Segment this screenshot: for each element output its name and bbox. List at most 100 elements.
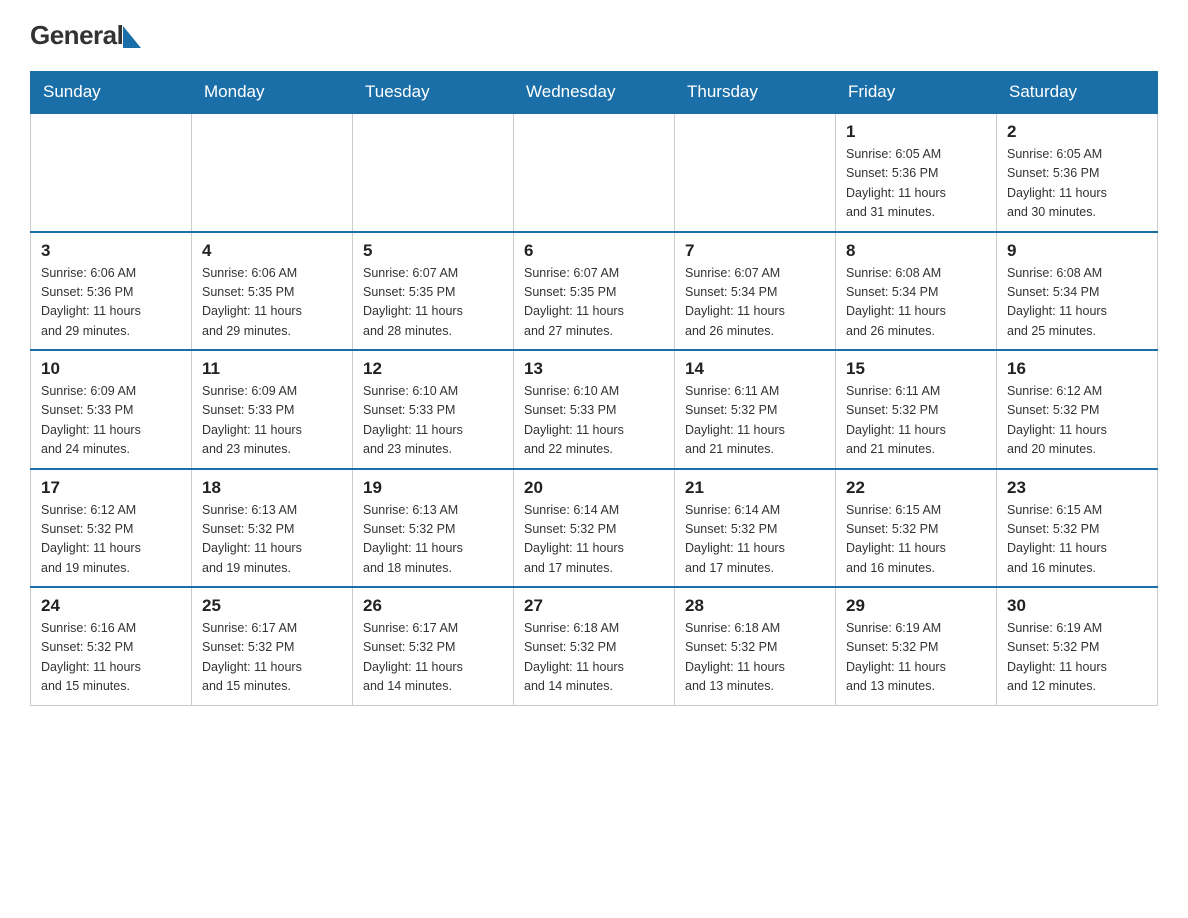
calendar-cell: 9 Sunrise: 6:08 AMSunset: 5:34 PMDaylight…: [997, 232, 1158, 351]
calendar-cell: 3 Sunrise: 6:06 AMSunset: 5:36 PMDaylight…: [31, 232, 192, 351]
page-header: General: [30, 20, 1158, 51]
calendar-cell: [514, 113, 675, 232]
calendar-cell: 29Sunrise: 6:19 AMSunset: 5:32 PMDayligh…: [836, 587, 997, 705]
calendar-cell: 22 Sunrise: 6:15 AMSunset: 5:32 PMDayligh…: [836, 469, 997, 588]
sun-info: Sunrise: 6:12 AMSunset: 5:32 PMDaylight:…: [41, 501, 181, 579]
calendar-cell: 7 Sunrise: 6:07 AMSunset: 5:34 PMDaylight…: [675, 232, 836, 351]
calendar-cell: 25Sunrise: 6:17 AMSunset: 5:32 PMDayligh…: [192, 587, 353, 705]
weekday-header-monday: Monday: [192, 72, 353, 114]
sun-info: Sunrise: 6:13 AMSunset: 5:32 PMDaylight:…: [363, 501, 503, 579]
weekday-header-thursday: Thursday: [675, 72, 836, 114]
day-number: 24: [41, 596, 181, 616]
sun-info: Sunrise: 6:09 AMSunset: 5:33 PMDaylight:…: [202, 382, 342, 460]
calendar-cell: 21 Sunrise: 6:14 AMSunset: 5:32 PMDayligh…: [675, 469, 836, 588]
calendar-cell: 16 Sunrise: 6:12 AMSunset: 5:32 PMDayligh…: [997, 350, 1158, 469]
sun-info: Sunrise: 6:10 AMSunset: 5:33 PMDaylight:…: [363, 382, 503, 460]
calendar-cell: 23 Sunrise: 6:15 AMSunset: 5:32 PMDayligh…: [997, 469, 1158, 588]
calendar-cell: 20Sunrise: 6:14 AMSunset: 5:32 PMDayligh…: [514, 469, 675, 588]
calendar-cell: 4Sunrise: 6:06 AMSunset: 5:35 PMDaylight…: [192, 232, 353, 351]
sun-info: Sunrise: 6:07 AMSunset: 5:35 PMDaylight:…: [363, 264, 503, 342]
day-number: 28: [685, 596, 825, 616]
day-number: 2: [1007, 122, 1147, 142]
calendar-cell: 1Sunrise: 6:05 AMSunset: 5:36 PMDaylight…: [836, 113, 997, 232]
day-number: 18: [202, 478, 342, 498]
calendar-body: 1 Sunrise: 6:05 AMSunset: 5:36 PMDaylight…: [31, 113, 1158, 705]
calendar-cell: 19 Sunrise: 6:13 AMSunset: 5:32 PMDayligh…: [353, 469, 514, 588]
calendar-cell: 30Sunrise: 6:19 AMSunset: 5:32 PMDayligh…: [997, 587, 1158, 705]
calendar-cell: [31, 113, 192, 232]
day-number: 14: [685, 359, 825, 379]
calendar-cell: [353, 113, 514, 232]
day-number: 27: [524, 596, 664, 616]
sun-info: Sunrise: 6:05 AMSunset: 5:36 PMDaylight:…: [1007, 145, 1147, 223]
logo-triangle-icon: [123, 24, 141, 48]
day-number: 1: [846, 122, 986, 142]
day-number: 30: [1007, 596, 1147, 616]
calendar-week-row: 17 Sunrise: 6:12 AMSunset: 5:32 PMDayligh…: [31, 469, 1158, 588]
sun-info: Sunrise: 6:10 AMSunset: 5:33 PMDaylight:…: [524, 382, 664, 460]
calendar-cell: 6Sunrise: 6:07 AMSunset: 5:35 PMDaylight…: [514, 232, 675, 351]
sun-info: Sunrise: 6:14 AMSunset: 5:32 PMDaylight:…: [685, 501, 825, 579]
day-number: 21: [685, 478, 825, 498]
day-number: 26: [363, 596, 503, 616]
day-number: 6: [524, 241, 664, 261]
sun-info: Sunrise: 6:14 AMSunset: 5:32 PMDaylight:…: [524, 501, 664, 579]
sun-info: Sunrise: 6:06 AMSunset: 5:36 PMDaylight:…: [41, 264, 181, 342]
day-number: 8: [846, 241, 986, 261]
day-number: 3: [41, 241, 181, 261]
sun-info: Sunrise: 6:08 AMSunset: 5:34 PMDaylight:…: [1007, 264, 1147, 342]
calendar-cell: 2 Sunrise: 6:05 AMSunset: 5:36 PMDaylight…: [997, 113, 1158, 232]
sun-info: Sunrise: 6:17 AMSunset: 5:32 PMDaylight:…: [202, 619, 342, 697]
calendar-cell: 12 Sunrise: 6:10 AMSunset: 5:33 PMDayligh…: [353, 350, 514, 469]
day-number: 10: [41, 359, 181, 379]
sun-info: Sunrise: 6:07 AMSunset: 5:34 PMDaylight:…: [685, 264, 825, 342]
calendar-cell: 24 Sunrise: 6:16 AMSunset: 5:32 PMDayligh…: [31, 587, 192, 705]
calendar-cell: 26 Sunrise: 6:17 AMSunset: 5:32 PMDayligh…: [353, 587, 514, 705]
calendar-cell: 28 Sunrise: 6:18 AMSunset: 5:32 PMDayligh…: [675, 587, 836, 705]
day-number: 7: [685, 241, 825, 261]
calendar-cell: 10 Sunrise: 6:09 AMSunset: 5:33 PMDayligh…: [31, 350, 192, 469]
day-number: 15: [846, 359, 986, 379]
day-number: 5: [363, 241, 503, 261]
day-number: 16: [1007, 359, 1147, 379]
calendar-week-row: 24 Sunrise: 6:16 AMSunset: 5:32 PMDayligh…: [31, 587, 1158, 705]
calendar-cell: 5 Sunrise: 6:07 AMSunset: 5:35 PMDaylight…: [353, 232, 514, 351]
sun-info: Sunrise: 6:09 AMSunset: 5:33 PMDaylight:…: [41, 382, 181, 460]
sun-info: Sunrise: 6:12 AMSunset: 5:32 PMDaylight:…: [1007, 382, 1147, 460]
calendar-cell: 14 Sunrise: 6:11 AMSunset: 5:32 PMDayligh…: [675, 350, 836, 469]
sun-info: Sunrise: 6:19 AMSunset: 5:32 PMDaylight:…: [846, 619, 986, 697]
calendar-cell: 27 Sunrise: 6:18 AMSunset: 5:32 PMDayligh…: [514, 587, 675, 705]
day-number: 22: [846, 478, 986, 498]
sun-info: Sunrise: 6:16 AMSunset: 5:32 PMDaylight:…: [41, 619, 181, 697]
calendar-cell: 15 Sunrise: 6:11 AMSunset: 5:32 PMDayligh…: [836, 350, 997, 469]
sun-info: Sunrise: 6:08 AMSunset: 5:34 PMDaylight:…: [846, 264, 986, 342]
day-number: 17: [41, 478, 181, 498]
weekday-header-sunday: Sunday: [31, 72, 192, 114]
sun-info: Sunrise: 6:18 AMSunset: 5:32 PMDaylight:…: [685, 619, 825, 697]
logo: General: [30, 20, 141, 51]
day-number: 23: [1007, 478, 1147, 498]
logo-general-text: General: [30, 20, 123, 51]
sun-info: Sunrise: 6:11 AMSunset: 5:32 PMDaylight:…: [685, 382, 825, 460]
sun-info: Sunrise: 6:15 AMSunset: 5:32 PMDaylight:…: [846, 501, 986, 579]
calendar-cell: 11 Sunrise: 6:09 AMSunset: 5:33 PMDayligh…: [192, 350, 353, 469]
day-number: 19: [363, 478, 503, 498]
calendar-cell: 8 Sunrise: 6:08 AMSunset: 5:34 PMDaylight…: [836, 232, 997, 351]
calendar-week-row: 3 Sunrise: 6:06 AMSunset: 5:36 PMDaylight…: [31, 232, 1158, 351]
sun-info: Sunrise: 6:18 AMSunset: 5:32 PMDaylight:…: [524, 619, 664, 697]
sun-info: Sunrise: 6:17 AMSunset: 5:32 PMDaylight:…: [363, 619, 503, 697]
day-number: 12: [363, 359, 503, 379]
calendar-week-row: 10 Sunrise: 6:09 AMSunset: 5:33 PMDayligh…: [31, 350, 1158, 469]
weekday-header-row: SundayMondayTuesdayWednesdayThursdayFrid…: [31, 72, 1158, 114]
sun-info: Sunrise: 6:15 AMSunset: 5:32 PMDaylight:…: [1007, 501, 1147, 579]
sun-info: Sunrise: 6:11 AMSunset: 5:32 PMDaylight:…: [846, 382, 986, 460]
calendar-cell: 18Sunrise: 6:13 AMSunset: 5:32 PMDayligh…: [192, 469, 353, 588]
day-number: 11: [202, 359, 342, 379]
calendar-cell: [192, 113, 353, 232]
day-number: 9: [1007, 241, 1147, 261]
weekday-header-saturday: Saturday: [997, 72, 1158, 114]
calendar-cell: 13Sunrise: 6:10 AMSunset: 5:33 PMDayligh…: [514, 350, 675, 469]
weekday-header-wednesday: Wednesday: [514, 72, 675, 114]
weekday-header-friday: Friday: [836, 72, 997, 114]
weekday-header-tuesday: Tuesday: [353, 72, 514, 114]
